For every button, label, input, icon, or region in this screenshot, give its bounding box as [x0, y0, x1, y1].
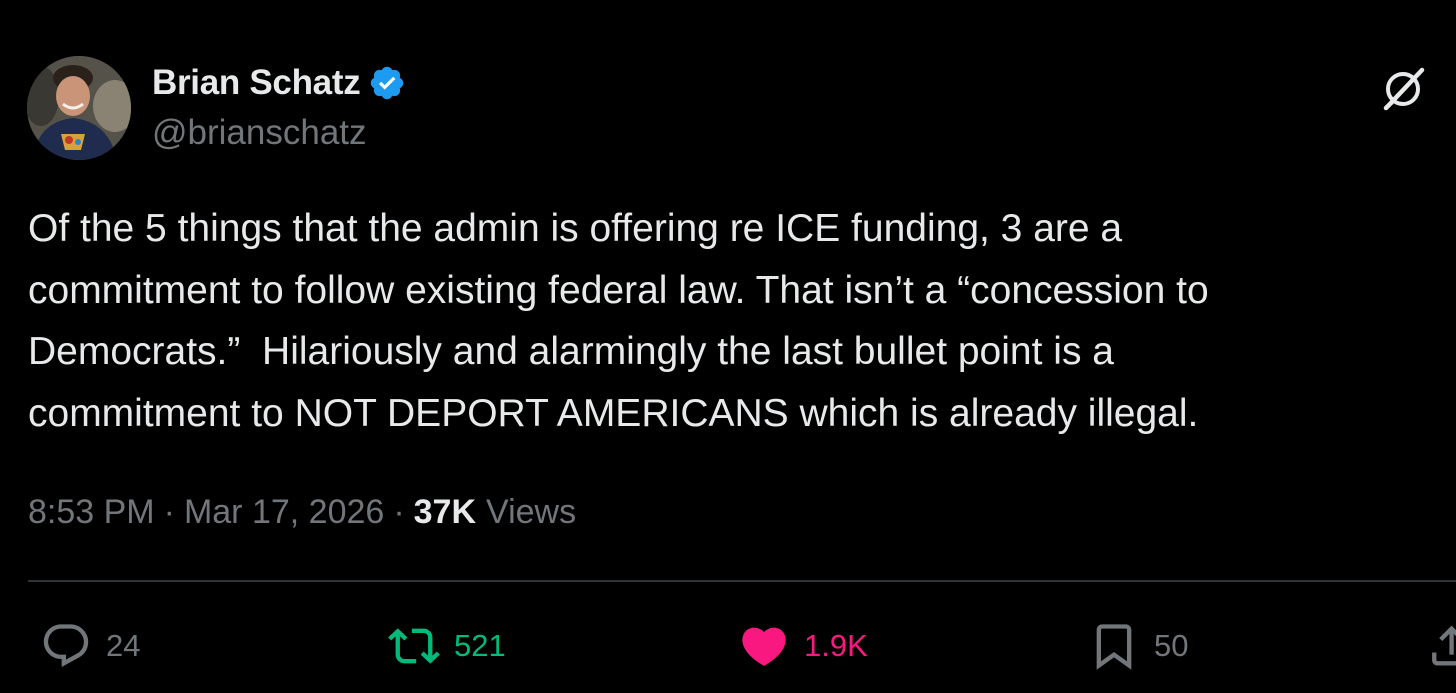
reply-icon: [43, 624, 89, 668]
views-label[interactable]: Views: [486, 493, 576, 532]
retweet-count: 521: [454, 628, 506, 663]
views-count[interactable]: 37K: [414, 493, 476, 532]
author-name[interactable]: Brian Schatz: [152, 63, 361, 103]
share-icon: [1432, 625, 1456, 666]
like-button[interactable]: 1.9K: [738, 618, 868, 674]
author-handle[interactable]: @brianschatz: [152, 113, 367, 153]
tweet-meta: 8:53 PM · Mar 17, 2026 · 37K Views: [28, 493, 576, 532]
tweet-date[interactable]: Mar 17, 2026: [184, 493, 384, 532]
verified-badge-icon[interactable]: [368, 64, 406, 102]
bookmark-count: 50: [1154, 628, 1189, 663]
like-icon: [742, 627, 786, 666]
reply-count: 24: [106, 628, 141, 663]
avatar-photo: [27, 56, 131, 160]
tweet-time[interactable]: 8:53 PM: [28, 493, 155, 532]
meta-separator: ·: [393, 493, 405, 531]
bookmark-icon: [1096, 624, 1132, 670]
share-button[interactable]: [1432, 618, 1456, 674]
retweet-icon: [388, 628, 440, 664]
divider: [28, 580, 1456, 582]
avatar[interactable]: [27, 56, 131, 160]
retweet-button[interactable]: 521: [388, 618, 506, 674]
author-name-row: Brian Schatz: [152, 60, 406, 106]
reply-button[interactable]: 24: [40, 618, 140, 674]
meta-separator: ·: [163, 493, 175, 531]
grok-icon[interactable]: [1380, 64, 1428, 112]
bookmark-button[interactable]: 50: [1088, 618, 1188, 674]
like-count: 1.9K: [804, 628, 868, 663]
tweet-text: Of the 5 things that the admin is offeri…: [28, 207, 1209, 435]
